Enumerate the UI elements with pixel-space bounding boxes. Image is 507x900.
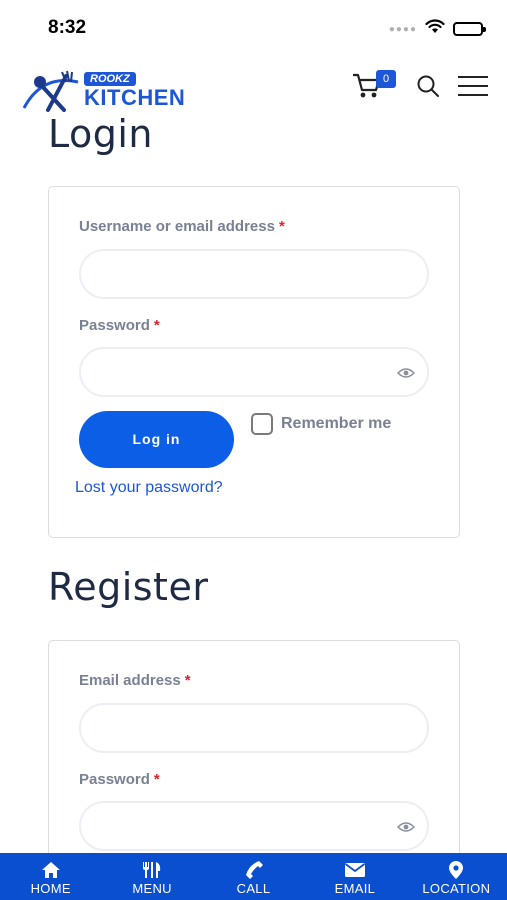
required-mark: * <box>153 771 160 788</box>
register-form: Email address * Password * <box>48 640 460 880</box>
username-input[interactable] <box>79 249 429 299</box>
register-password-label: Password * <box>79 771 160 788</box>
nav-call-label: CALL <box>236 881 271 896</box>
login-form: Username or email address * Password * Log… <box>48 186 460 538</box>
nav-location-label: LOCATION <box>422 881 491 896</box>
remember-me[interactable]: Remember me <box>251 413 391 435</box>
wifi-icon <box>425 19 445 39</box>
signal-icon: ●●●● <box>388 23 417 35</box>
login-button[interactable]: Log in <box>79 411 234 468</box>
nav-call[interactable]: CALL <box>203 853 304 900</box>
email-label-text: Email address <box>79 672 181 689</box>
menu-line <box>458 76 488 78</box>
login-title: Login <box>48 112 154 156</box>
username-label: Username or email address * <box>79 218 285 235</box>
nav-email-label: EMAIL <box>334 881 376 896</box>
home-icon <box>41 860 61 880</box>
lost-password-link[interactable]: Lost your password? <box>75 479 223 497</box>
bottom-nav: HOME MENU CALL EMAIL LOCATION <box>0 853 507 900</box>
register-password-label-text: Password <box>79 771 150 788</box>
username-label-text: Username or email address <box>79 218 275 235</box>
fork-knife-icon <box>141 860 163 880</box>
password-label: Password * <box>79 317 160 334</box>
nav-location[interactable]: LOCATION <box>406 853 507 900</box>
logo-badge: ROOKZ <box>84 72 136 86</box>
required-mark: * <box>184 672 191 689</box>
required-mark: * <box>278 218 285 235</box>
site-logo[interactable]: ROOKZ KITCHEN <box>22 68 192 112</box>
search-icon <box>417 75 439 97</box>
hamburger-menu-button[interactable] <box>458 76 488 98</box>
nav-email[interactable]: EMAIL <box>304 853 405 900</box>
status-bar: 8:32 ●●●● <box>0 0 507 56</box>
search-button[interactable] <box>416 74 440 103</box>
show-password-icon[interactable] <box>396 820 416 838</box>
show-password-icon[interactable] <box>396 366 416 384</box>
email-input[interactable] <box>79 703 429 753</box>
logo-wordmark: KITCHEN <box>84 85 186 110</box>
map-pin-icon <box>448 860 464 880</box>
password-input[interactable] <box>79 347 429 397</box>
nav-home-label: HOME <box>30 881 71 896</box>
phone-icon <box>244 860 264 880</box>
menu-line <box>458 85 488 87</box>
logo-utensils-icon <box>22 70 79 112</box>
battery-icon <box>453 22 486 36</box>
cart-count-badge: 0 <box>376 70 396 88</box>
nav-menu[interactable]: MENU <box>101 853 202 900</box>
required-mark: * <box>153 317 160 334</box>
register-password-input[interactable] <box>79 801 429 851</box>
status-time: 8:32 <box>48 17 87 38</box>
remember-me-label: Remember me <box>281 415 392 432</box>
register-title: Register <box>48 565 209 609</box>
status-icons: ●●●● <box>388 19 486 39</box>
envelope-icon <box>344 860 366 880</box>
remember-me-checkbox[interactable] <box>251 413 273 435</box>
nav-menu-label: MENU <box>132 881 172 896</box>
password-label-text: Password <box>79 317 150 334</box>
menu-line <box>458 94 488 96</box>
nav-home[interactable]: HOME <box>0 853 101 900</box>
site-header: ROOKZ KITCHEN 0 <box>0 60 507 116</box>
email-label: Email address * <box>79 672 191 689</box>
